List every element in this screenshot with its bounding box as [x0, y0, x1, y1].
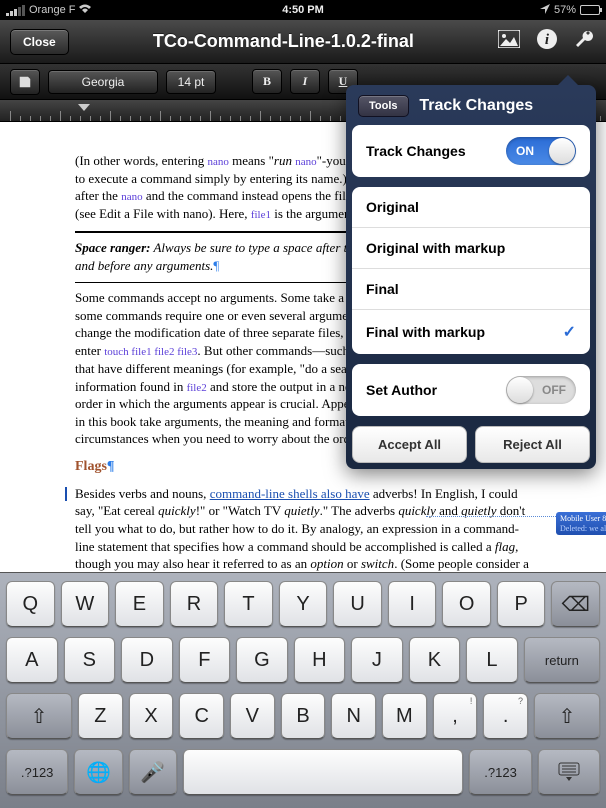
location-icon: [540, 4, 550, 17]
view-option[interactable]: Final with markup✓: [352, 310, 590, 354]
nav-bar: Close TCo-Command-Line-1.0.2-final i: [0, 20, 606, 64]
tracked-insertion[interactable]: command-line shells also have: [210, 486, 370, 501]
key-h[interactable]: H: [294, 637, 346, 683]
track-changes-popover: Tools Track Changes Track Changes ON Ori…: [346, 85, 596, 469]
key-i[interactable]: I: [388, 581, 437, 627]
document-title: TCo-Command-Line-1.0.2-final: [69, 31, 498, 52]
carrier-label: Orange F: [29, 4, 75, 16]
key-w[interactable]: W: [61, 581, 110, 627]
wifi-icon: [79, 4, 91, 17]
bold-button[interactable]: B: [252, 69, 282, 94]
key-j[interactable]: J: [351, 637, 403, 683]
key-c[interactable]: C: [179, 693, 224, 739]
pilcrow-icon: ¶: [107, 459, 115, 474]
save-button[interactable]: [10, 69, 40, 95]
indent-marker[interactable]: [78, 104, 90, 111]
signal-icon: [6, 5, 25, 16]
dictation-key[interactable]: 🎤: [129, 749, 177, 795]
wrench-icon[interactable]: [574, 28, 596, 55]
globe-key[interactable]: 🌐: [74, 749, 122, 795]
key-e[interactable]: E: [115, 581, 164, 627]
track-changes-toggle[interactable]: ON: [506, 137, 576, 165]
key-v[interactable]: V: [230, 693, 275, 739]
checkmark-icon: ✓: [563, 322, 576, 342]
key-x[interactable]: X: [129, 693, 174, 739]
key-.[interactable]: ?.: [483, 693, 528, 739]
set-author-row: Set Author OFF: [352, 364, 590, 416]
info-icon[interactable]: i: [536, 28, 558, 55]
key-,[interactable]: !,: [433, 693, 478, 739]
key-t[interactable]: T: [224, 581, 273, 627]
return-key[interactable]: return: [524, 637, 600, 683]
italic-button[interactable]: I: [290, 69, 320, 94]
key-g[interactable]: G: [236, 637, 288, 683]
key-l[interactable]: L: [466, 637, 518, 683]
key-s[interactable]: S: [64, 637, 116, 683]
hide-keyboard-key[interactable]: [538, 749, 600, 795]
space-key[interactable]: [183, 749, 463, 795]
key-n[interactable]: N: [331, 693, 376, 739]
key-z[interactable]: Z: [78, 693, 123, 739]
image-icon[interactable]: [498, 30, 520, 53]
battery-icon: [580, 5, 600, 15]
key-o[interactable]: O: [442, 581, 491, 627]
pilcrow-icon: ¶: [213, 258, 219, 273]
backspace-key[interactable]: ⌫: [551, 581, 600, 627]
status-bar: Orange F 4:50 PM 57%: [0, 0, 606, 20]
shift-key[interactable]: ⇧: [534, 693, 600, 739]
close-button[interactable]: Close: [10, 29, 69, 55]
key-a[interactable]: A: [6, 637, 58, 683]
view-option[interactable]: Final: [352, 269, 590, 310]
track-changes-toggle-row: Track Changes ON: [352, 125, 590, 177]
view-option[interactable]: Original: [352, 187, 590, 228]
reject-all-button[interactable]: Reject All: [475, 426, 590, 463]
key-m[interactable]: M: [382, 693, 427, 739]
battery-percent: 57%: [554, 4, 576, 16]
keyboard: QWERTYUIOP⌫ ASDFGHJKLreturn ⇧ZXCVBNM!,?.…: [0, 572, 606, 808]
font-size-button[interactable]: 14 pt: [166, 70, 216, 94]
heading-flags: Flags: [75, 459, 107, 474]
key-y[interactable]: Y: [279, 581, 328, 627]
text-cursor: [65, 487, 67, 501]
key-u[interactable]: U: [333, 581, 382, 627]
accept-all-button[interactable]: Accept All: [352, 426, 467, 463]
set-author-toggle[interactable]: OFF: [506, 376, 576, 404]
key-p[interactable]: P: [497, 581, 546, 627]
key-r[interactable]: R: [170, 581, 219, 627]
key-b[interactable]: B: [281, 693, 326, 739]
clock: 4:50 PM: [204, 4, 402, 16]
key-q[interactable]: Q: [6, 581, 55, 627]
font-name-button[interactable]: Georgia: [48, 70, 158, 94]
numbers-key[interactable]: .?123: [469, 749, 531, 795]
key-k[interactable]: K: [409, 637, 461, 683]
view-option[interactable]: Original with markup: [352, 228, 590, 269]
track-change-balloon[interactable]: Mobile User 8/27/12 4:49 PM Deleted: we …: [556, 512, 606, 535]
comment-connector: [426, 516, 556, 517]
key-d[interactable]: D: [121, 637, 173, 683]
shift-key[interactable]: ⇧: [6, 693, 72, 739]
key-f[interactable]: F: [179, 637, 231, 683]
numbers-key[interactable]: .?123: [6, 749, 68, 795]
popover-title: Track Changes: [369, 97, 584, 115]
